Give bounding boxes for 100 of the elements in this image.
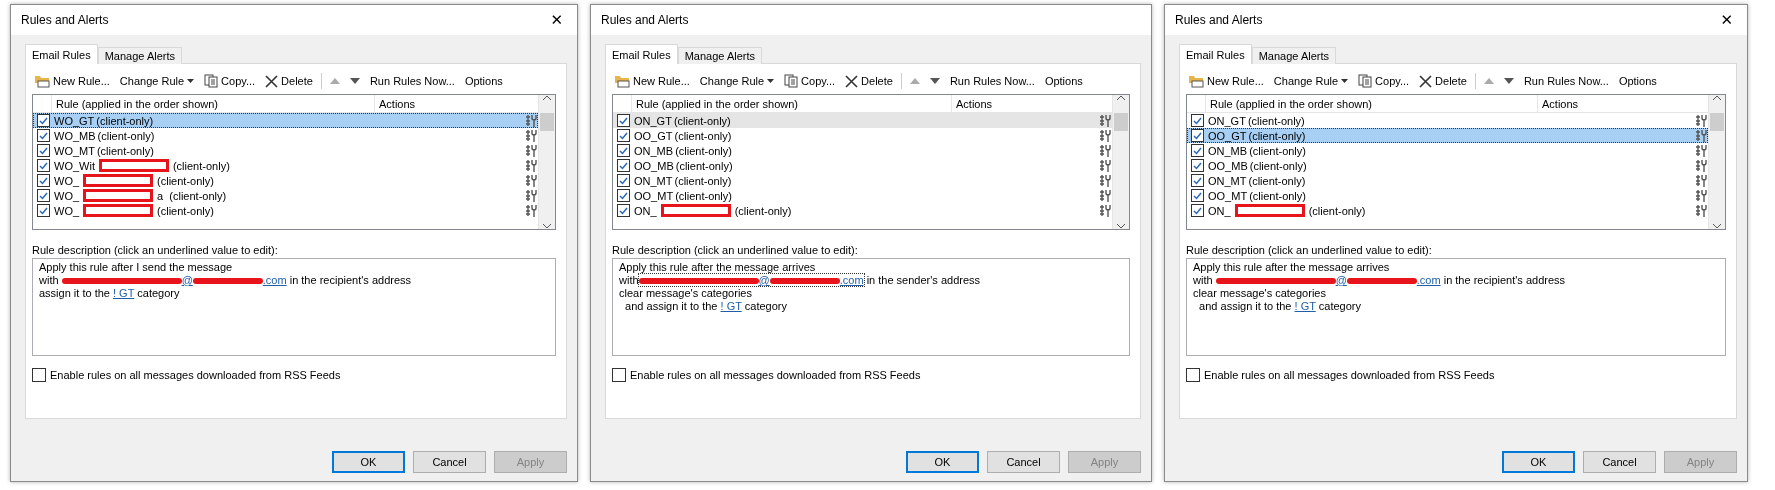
- rule-row[interactable]: WO_ (client-only): [33, 173, 538, 188]
- rss-checkbox[interactable]: Enable rules on all messages downloaded from RSS Feeds: [32, 368, 556, 382]
- rule-checkbox[interactable]: [37, 159, 50, 172]
- dialog-button[interactable]: Cancel: [1583, 451, 1656, 473]
- rule-row[interactable]: OO_MB (client-only): [1187, 158, 1708, 173]
- rule-checkbox[interactable]: [617, 159, 630, 172]
- tab[interactable]: Manage Alerts: [1251, 47, 1336, 64]
- rule-checkbox[interactable]: [37, 129, 50, 142]
- rss-checkbox[interactable]: Enable rules on all messages downloaded from RSS Feeds: [612, 368, 1130, 382]
- checkbox[interactable]: [32, 368, 46, 382]
- rule-row[interactable]: WO_MT (client-only): [33, 143, 538, 158]
- checkbox[interactable]: [1186, 368, 1200, 382]
- rule-row[interactable]: ON_GT (client-only): [613, 113, 1112, 128]
- rule-row[interactable]: ON_ (client-only): [613, 203, 1112, 218]
- email-link[interactable]: @ .com: [1215, 274, 1441, 286]
- copy-button[interactable]: Copy...: [202, 74, 258, 88]
- move-down-button[interactable]: [927, 78, 942, 84]
- category-link[interactable]: ! GT: [113, 287, 135, 299]
- rule-row[interactable]: ON_MB (client-only): [1187, 143, 1708, 158]
- rule-row[interactable]: WO_GT (client-only): [33, 113, 538, 128]
- tab[interactable]: Email Rules: [1179, 44, 1252, 64]
- tab[interactable]: Manage Alerts: [97, 47, 182, 64]
- email-link[interactable]: @ .com: [638, 274, 864, 286]
- scroll-thumb[interactable]: [1114, 113, 1128, 131]
- rule-row[interactable]: OO_GT (client-only): [1187, 128, 1708, 143]
- rule-checkbox[interactable]: [617, 189, 630, 202]
- rule-checkbox[interactable]: [1191, 129, 1204, 142]
- rule-row[interactable]: WO_ a (client-only): [33, 188, 538, 203]
- rule-row[interactable]: ON_MB (client-only): [613, 143, 1112, 158]
- rule-checkbox[interactable]: [1191, 174, 1204, 187]
- tab[interactable]: Manage Alerts: [677, 47, 762, 64]
- change-rule-button[interactable]: Change Rule: [117, 75, 197, 87]
- category-link[interactable]: ! GT: [720, 300, 742, 312]
- rule-row[interactable]: ON_MT (client-only): [1187, 173, 1708, 188]
- rule-row[interactable]: WO_MB (client-only): [33, 128, 538, 143]
- run-rules-button[interactable]: Run Rules Now...: [367, 75, 457, 87]
- delete-button[interactable]: Delete: [1417, 74, 1469, 88]
- move-down-button[interactable]: [1501, 78, 1516, 84]
- run-rules-button[interactable]: Run Rules Now...: [947, 75, 1037, 87]
- rule-checkbox[interactable]: [1191, 144, 1204, 157]
- change-rule-button[interactable]: Change Rule: [1271, 75, 1351, 87]
- dialog-button[interactable]: Cancel: [413, 451, 486, 473]
- dialog-button[interactable]: OK: [906, 451, 979, 473]
- rule-row[interactable]: ON_GT (client-only): [1187, 113, 1708, 128]
- email-link[interactable]: @ .com: [61, 274, 287, 286]
- rule-checkbox[interactable]: [37, 204, 50, 217]
- rule-row[interactable]: OO_GT (client-only): [613, 128, 1112, 143]
- change-rule-button[interactable]: Change Rule: [697, 75, 777, 87]
- rule-checkbox[interactable]: [1191, 204, 1204, 217]
- rule-checkbox[interactable]: [37, 174, 50, 187]
- description-line: with @ .com in the sender's address: [619, 274, 982, 287]
- close-button[interactable]: ✕: [548, 11, 565, 29]
- checkbox[interactable]: [612, 368, 626, 382]
- scroll-thumb[interactable]: [540, 113, 554, 131]
- options-button[interactable]: Options: [1042, 75, 1085, 87]
- rule-checkbox[interactable]: [1191, 159, 1204, 172]
- dialog-button[interactable]: Cancel: [987, 451, 1060, 473]
- scroll-thumb[interactable]: [1710, 113, 1724, 131]
- new-rule-button[interactable]: New Rule...: [1186, 74, 1266, 88]
- move-down-button[interactable]: [347, 78, 362, 84]
- delete-button[interactable]: Delete: [263, 74, 315, 88]
- scrollbar[interactable]: [538, 95, 555, 229]
- rule-row[interactable]: WO_ (client-only): [33, 203, 538, 218]
- rule-row[interactable]: ON_ (client-only): [1187, 203, 1708, 218]
- dialog-button[interactable]: OK: [1502, 451, 1575, 473]
- rule-checkbox[interactable]: [1191, 114, 1204, 127]
- new-rule-button[interactable]: New Rule...: [32, 74, 112, 88]
- rule-row[interactable]: OO_MT (client-only): [1187, 188, 1708, 203]
- run-rules-button[interactable]: Run Rules Now...: [1521, 75, 1611, 87]
- rss-checkbox[interactable]: Enable rules on all messages downloaded from RSS Feeds: [1186, 368, 1726, 382]
- options-button[interactable]: Options: [1616, 75, 1659, 87]
- rule-checkbox[interactable]: [617, 204, 630, 217]
- new-rule-button[interactable]: New Rule...: [612, 74, 692, 88]
- copy-button[interactable]: Copy...: [1356, 74, 1412, 88]
- rule-checkbox[interactable]: [617, 129, 630, 142]
- tab[interactable]: Email Rules: [605, 44, 678, 64]
- scrollbar[interactable]: [1112, 95, 1129, 229]
- options-button[interactable]: Options: [462, 75, 505, 87]
- copy-button[interactable]: Copy...: [782, 74, 838, 88]
- column-header[interactable]: Rule (applied in the order shown): [51, 95, 374, 112]
- scrollbar[interactable]: [1708, 95, 1725, 229]
- column-header[interactable]: Rule (applied in the order shown): [1205, 95, 1537, 112]
- rule-row[interactable]: WO_Wit (client-only): [33, 158, 538, 173]
- close-button[interactable]: ✕: [1718, 11, 1735, 29]
- tab[interactable]: Email Rules: [25, 44, 98, 64]
- rule-checkbox[interactable]: [617, 144, 630, 157]
- delete-button[interactable]: Delete: [843, 74, 895, 88]
- rule-name: ON_GT: [1208, 114, 1246, 127]
- category-link[interactable]: ! GT: [1294, 300, 1316, 312]
- rule-row[interactable]: OO_MT (client-only): [613, 188, 1112, 203]
- rule-row[interactable]: ON_MT (client-only): [613, 173, 1112, 188]
- rule-checkbox[interactable]: [617, 174, 630, 187]
- rule-checkbox[interactable]: [617, 114, 630, 127]
- column-header[interactable]: Rule (applied in the order shown): [631, 95, 951, 112]
- rule-checkbox[interactable]: [37, 189, 50, 202]
- rule-checkbox[interactable]: [37, 144, 50, 157]
- rule-row[interactable]: OO_MB (client-only): [613, 158, 1112, 173]
- rule-checkbox[interactable]: [1191, 189, 1204, 202]
- rule-checkbox[interactable]: [37, 114, 50, 127]
- dialog-button[interactable]: OK: [332, 451, 405, 473]
